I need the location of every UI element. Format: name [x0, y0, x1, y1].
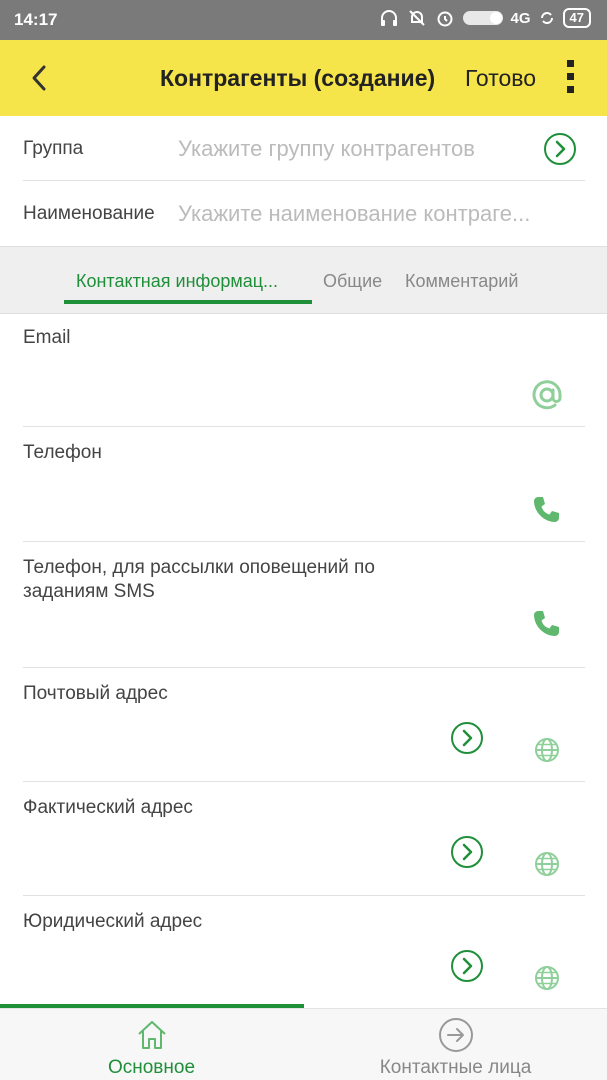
divider	[23, 541, 585, 542]
more-vert-icon	[566, 60, 574, 67]
divider	[23, 426, 585, 427]
page-title: Контрагенты (создание)	[160, 65, 436, 91]
name-field[interactable]: Наименование Укажите наименование контра…	[0, 181, 607, 247]
tab-comment[interactable]: Комментарий	[405, 271, 518, 292]
postal-address-select-button[interactable]	[450, 721, 484, 755]
divider	[23, 781, 585, 782]
globe-icon[interactable]	[534, 965, 560, 996]
done-button[interactable]: Готово	[465, 65, 536, 92]
headphones-icon	[379, 8, 399, 28]
active-tab-indicator	[64, 300, 312, 304]
section-label: Почтовый адрес	[23, 683, 168, 704]
status-icons: 4G 47	[379, 8, 591, 28]
arrow-right-circle-icon	[438, 1018, 473, 1052]
toggle-icon	[462, 11, 503, 25]
at-icon[interactable]	[530, 378, 564, 417]
group-select-button[interactable]	[543, 132, 577, 166]
tab-contact-info[interactable]: Контактная информац...	[76, 271, 278, 292]
group-input[interactable]: Укажите группу контрагентов	[178, 136, 475, 162]
section-label: Фактический адрес	[23, 797, 193, 818]
section-label: Email	[23, 327, 71, 348]
globe-icon[interactable]	[534, 737, 560, 768]
tab-general[interactable]: Общие	[323, 271, 382, 292]
section-label: Телефон, для рассылки оповещений по зада…	[23, 557, 375, 602]
globe-icon[interactable]	[534, 851, 560, 882]
legal-address-select-button[interactable]	[450, 949, 484, 983]
nav-main[interactable]: Основное	[0, 1009, 303, 1080]
network-type: 4G	[510, 9, 531, 27]
nav-main-label: Основное	[107, 1057, 196, 1078]
battery-level: 47	[562, 8, 591, 28]
back-button[interactable]	[24, 62, 56, 94]
group-label: Группа	[23, 138, 84, 159]
section-label: Юридический адрес	[23, 911, 203, 932]
phone-icon[interactable]	[532, 608, 562, 643]
sync-icon	[539, 10, 555, 26]
chevron-right-circle-icon	[451, 722, 483, 754]
chevron-right-circle-icon	[451, 836, 483, 868]
status-time: 14:17	[14, 10, 58, 29]
alarm-icon	[435, 8, 455, 28]
nav-contacts-label: Контактные лица	[379, 1057, 532, 1078]
more-menu-button[interactable]	[560, 60, 580, 100]
chevron-right-circle-icon	[544, 133, 576, 165]
app-bar: Контрагенты (создание) Готово	[0, 40, 607, 116]
chevron-right-circle-icon	[451, 950, 483, 982]
tab-bar: Контактная информац... Общие Комментарий	[0, 246, 607, 314]
notifications-off-icon	[407, 8, 427, 28]
name-label: Наименование	[23, 203, 155, 224]
actual-address-select-button[interactable]	[450, 835, 484, 869]
bottom-navigation: Основное Контактные лица	[0, 1008, 607, 1080]
home-icon	[137, 1021, 166, 1049]
phone-icon[interactable]	[532, 494, 562, 529]
divider	[23, 895, 585, 896]
status-bar: 14:17 4G 47	[0, 0, 607, 40]
chevron-left-icon	[32, 65, 46, 91]
nav-contacts[interactable]: Контактные лица	[304, 1009, 607, 1080]
group-field[interactable]: Группа Укажите группу контрагентов	[0, 116, 607, 182]
divider	[23, 667, 585, 668]
name-input[interactable]: Укажите наименование контраге...	[178, 201, 530, 227]
section-label: Телефон	[23, 442, 102, 463]
